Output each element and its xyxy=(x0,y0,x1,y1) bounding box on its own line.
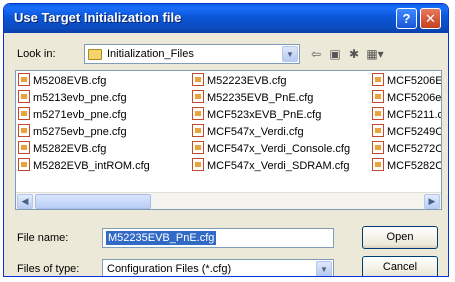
list-item[interactable]: m5271evb_pne.cfg xyxy=(18,107,127,122)
list-item[interactable]: MCF5282C3 xyxy=(372,158,441,173)
cfg-file-icon xyxy=(372,124,384,137)
list-item[interactable]: m5213evb_pne.cfg xyxy=(18,90,127,105)
cfg-file-icon xyxy=(192,90,204,103)
file-list[interactable]: M5208EVB.cfg m5213evb_pne.cfg m5271evb_p… xyxy=(15,70,442,210)
cfg-file-icon xyxy=(18,158,30,171)
lookin-label: Look in: xyxy=(17,48,56,60)
list-item[interactable]: MCF5249C3 xyxy=(372,124,441,139)
list-item[interactable]: M5208EVB.cfg xyxy=(18,73,106,88)
cfg-file-icon xyxy=(192,73,204,86)
new-folder-icon[interactable]: ✱ xyxy=(345,45,363,63)
title-bar[interactable]: Use Target Initialization file ? ✕ xyxy=(4,4,448,33)
list-item[interactable]: MCF5211.c xyxy=(372,107,441,122)
horizontal-scrollbar[interactable]: ◀ ▶ xyxy=(16,192,441,209)
help-icon: ? xyxy=(402,11,411,26)
cfg-file-icon xyxy=(192,107,204,120)
scroll-right-icon[interactable]: ▶ xyxy=(424,194,440,209)
cfg-file-icon xyxy=(18,141,30,154)
list-item[interactable]: MCF547x_Verdi.cfg xyxy=(192,124,304,139)
cfg-file-icon xyxy=(372,141,384,154)
list-item[interactable]: MCF5206eL xyxy=(372,90,441,105)
cfg-file-icon xyxy=(192,158,204,171)
list-item[interactable]: M5282EVB_intROM.cfg xyxy=(18,158,150,173)
cfg-file-icon xyxy=(372,107,384,120)
list-item[interactable]: MCF5272C3 xyxy=(372,141,441,156)
cfg-file-icon xyxy=(18,90,30,103)
filename-value: M52235EVB_PnE.cfg xyxy=(106,231,217,245)
close-icon: ✕ xyxy=(425,11,436,26)
folder-icon xyxy=(88,49,102,60)
cfg-file-icon xyxy=(18,124,30,137)
scrollbar-thumb[interactable] xyxy=(35,194,151,209)
cancel-button-label: Cancel xyxy=(382,261,418,273)
close-button[interactable]: ✕ xyxy=(420,8,441,29)
cfg-file-icon xyxy=(192,124,204,137)
cfg-file-icon xyxy=(372,158,384,171)
list-item[interactable]: MCF547x_Verdi_SDRAM.cfg xyxy=(192,158,349,173)
open-button-label: Open xyxy=(386,231,414,243)
list-item[interactable]: M5282EVB.cfg xyxy=(18,141,106,156)
cfg-file-icon xyxy=(192,141,204,154)
filetype-dropdown[interactable]: Configuration Files (*.cfg) ▼ xyxy=(102,259,334,276)
back-icon[interactable]: ⇦ xyxy=(307,45,325,63)
filetype-label: Files of type: xyxy=(17,263,80,275)
dialog-title: Use Target Initialization file xyxy=(14,10,182,25)
chevron-down-icon[interactable]: ▼ xyxy=(282,46,298,62)
cfg-file-icon xyxy=(18,107,30,120)
list-item[interactable]: M52223EVB.cfg xyxy=(192,73,287,88)
lookin-dropdown[interactable]: Initialization_Files ▼ xyxy=(84,44,300,64)
cancel-button[interactable]: Cancel xyxy=(362,256,438,276)
lookin-value: Initialization_Files xyxy=(107,48,194,60)
open-button[interactable]: Open xyxy=(362,226,438,249)
filename-label: File name: xyxy=(17,232,69,244)
cfg-file-icon xyxy=(18,73,30,86)
filename-input[interactable]: M52235EVB_PnE.cfg xyxy=(102,228,334,248)
cfg-file-icon xyxy=(372,73,384,86)
list-item[interactable]: MCF523xEVB_PnE.cfg xyxy=(192,107,321,122)
view-menu-icon[interactable]: ▦▾ xyxy=(366,45,384,63)
up-folder-icon[interactable]: ▣ xyxy=(326,45,344,63)
cfg-file-icon xyxy=(372,90,384,103)
list-item[interactable]: M52235EVB_PnE.cfg xyxy=(192,90,313,105)
help-button[interactable]: ? xyxy=(396,8,417,29)
scroll-left-icon[interactable]: ◀ xyxy=(17,194,33,209)
list-item[interactable]: MCF5206EC xyxy=(372,73,441,88)
filetype-value: Configuration Files (*.cfg) xyxy=(107,263,232,275)
dialog-window: Use Target Initialization file ? ✕ Look … xyxy=(3,3,449,277)
chevron-down-icon[interactable]: ▼ xyxy=(316,261,332,276)
list-item[interactable]: m5275evb_pne.cfg xyxy=(18,124,127,139)
list-item[interactable]: MCF547x_Verdi_Console.cfg xyxy=(192,141,350,156)
